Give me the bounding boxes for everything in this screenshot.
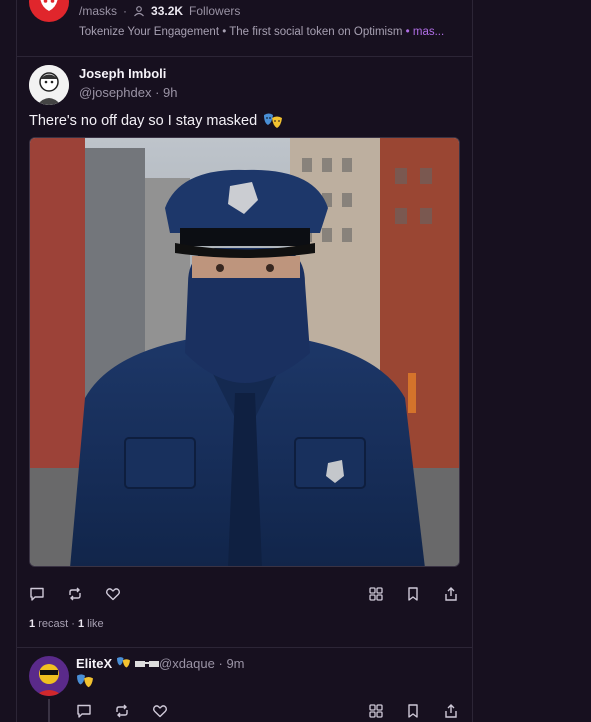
cast-actions — [17, 584, 472, 606]
feed-column: /masks · 33.2K Followers Tokenize Your E… — [16, 0, 473, 722]
bookmark-button[interactable] — [403, 584, 423, 604]
masks-emoji-icon — [116, 657, 130, 668]
comment-icon — [77, 704, 91, 718]
reply-bookmark-button[interactable] — [403, 701, 423, 721]
reply-author-name[interactable]: EliteX — [76, 656, 162, 671]
masks-emoji-icon — [264, 113, 283, 128]
reply-button[interactable] — [27, 584, 47, 604]
police-officer-photo — [30, 138, 459, 566]
reply-handle[interactable]: @xdaque — [159, 656, 215, 671]
reply-reply-button[interactable] — [74, 701, 94, 721]
recast-button[interactable] — [65, 584, 85, 604]
masks-icon — [40, 0, 58, 11]
reply-avatar-image — [29, 656, 69, 696]
channel-description-text: Tokenize Your Engagement • The first soc… — [79, 26, 403, 38]
likes-label[interactable]: like — [87, 618, 104, 630]
channel-name[interactable]: /masks — [79, 4, 117, 18]
avatar[interactable] — [29, 65, 69, 105]
masks-emoji-icon — [77, 674, 93, 688]
like-button[interactable] — [103, 584, 123, 604]
reply-like-button[interactable] — [150, 701, 170, 721]
reply-cast[interactable]: EliteX @xdaque · 9m — [17, 649, 472, 722]
meta-separator: · — [123, 4, 128, 18]
apps-button[interactable] — [366, 584, 386, 604]
share-button[interactable] — [441, 584, 461, 604]
recasts-label[interactable]: recast — [38, 618, 68, 630]
followers-count: 33.2K — [151, 4, 184, 18]
share-icon — [445, 587, 457, 601]
likes-count[interactable]: 1 — [78, 618, 84, 630]
reply-time: 9m — [226, 656, 245, 671]
reply-share-button[interactable] — [441, 701, 461, 721]
cast-stats: 1 recast · 1 like — [29, 618, 104, 630]
channel-description-tag[interactable]: • mas... — [406, 26, 445, 38]
person-icon — [134, 6, 144, 17]
reply-avatar[interactable] — [29, 656, 69, 696]
share-icon — [445, 704, 457, 718]
channel-meta: /masks · 33.2K Followers — [79, 4, 240, 18]
author-avatar-image — [29, 65, 69, 105]
reply-author-text: EliteX — [76, 656, 113, 671]
bookmark-icon — [408, 704, 418, 718]
followers-label: Followers — [189, 4, 241, 18]
reply-recast-button[interactable] — [112, 701, 132, 721]
reply-actions — [17, 701, 472, 721]
comment-icon — [30, 587, 44, 601]
reply-text — [76, 673, 94, 694]
grid-icon — [369, 704, 383, 718]
cast-text: There's no off day so I stay masked — [29, 112, 283, 130]
cast-text-content: There's no off day so I stay masked — [29, 113, 258, 129]
bookmark-icon — [408, 587, 418, 601]
cast[interactable]: Joseph Imboli @josephdex · 9h There's no… — [17, 58, 472, 648]
recasts-count[interactable]: 1 — [29, 618, 35, 630]
channel-header: /masks · 33.2K Followers Tokenize Your E… — [17, 0, 472, 57]
recast-icon — [69, 587, 81, 601]
reply-apps-button[interactable] — [366, 701, 386, 721]
meta-separator: · — [71, 618, 78, 630]
grid-icon — [369, 587, 383, 601]
author-handle-line: @josephdex · 9h — [79, 85, 178, 100]
heart-icon — [105, 588, 121, 601]
reply-handle-line: @xdaque · 9m — [159, 656, 245, 671]
channel-description: Tokenize Your Engagement • The first soc… — [79, 26, 463, 38]
channel-avatar[interactable] — [29, 0, 69, 22]
recast-icon — [116, 704, 128, 718]
heart-icon — [152, 705, 168, 718]
author-handle[interactable]: @josephdex — [79, 85, 151, 100]
author-name[interactable]: Joseph Imboli — [79, 66, 166, 81]
meta-separator: · — [155, 85, 164, 100]
cast-time: 9h — [163, 85, 178, 100]
cast-image[interactable] — [29, 137, 460, 567]
